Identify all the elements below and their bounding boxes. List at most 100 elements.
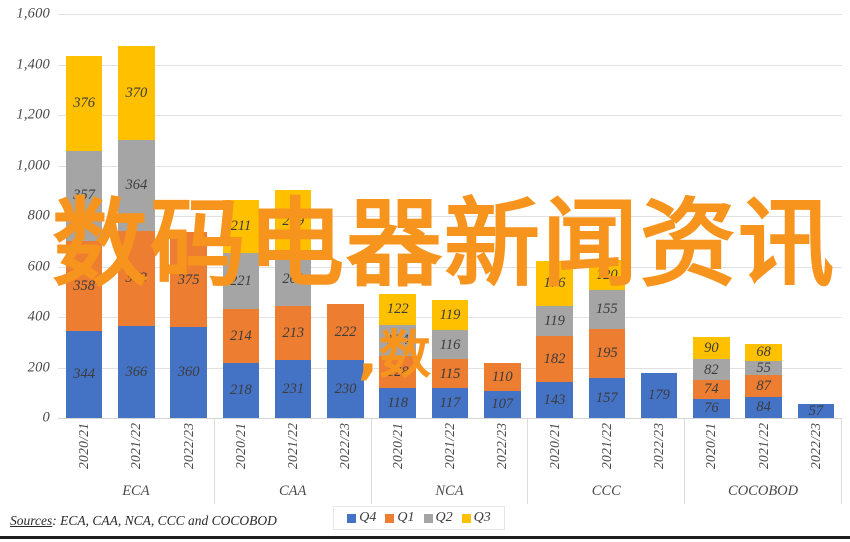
bar-nca-2021-22[interactable]: 117 115 116 119 [431, 300, 469, 418]
bar-segment-q4[interactable]: 360 [170, 327, 207, 418]
bar-ccc-2022-23[interactable]: 179 [640, 372, 678, 418]
legend-swatch-icon [347, 513, 357, 523]
legend-swatch-icon [423, 513, 433, 523]
category-tick-label: 2022/23 [494, 423, 510, 470]
bar-value-label: 116 [439, 336, 461, 353]
bar-segment-q4[interactable]: 366 [118, 325, 155, 418]
bar-eca-2020-21[interactable]: 344 358 357 376 [65, 55, 103, 418]
bar-segment-q1[interactable]: 213 [274, 305, 312, 360]
bar-value-label: 118 [387, 394, 409, 411]
bar-segment-q4[interactable]: 76 [693, 398, 730, 418]
bar-segment-q3[interactable]: 68 [745, 343, 782, 361]
bar-value-label: 176 [543, 275, 566, 292]
bar-caa-2022-23[interactable]: 230 222 [327, 303, 364, 418]
category-tick-label: 2022/23 [651, 423, 667, 470]
bar-value-label: 213 [282, 324, 305, 341]
bar-ccc-2021-22[interactable]: 157 195 155 120 [588, 259, 626, 418]
bar-segment-q1[interactable]: 214 [222, 308, 260, 363]
bar-value-label: 157 [595, 389, 618, 406]
bar-segment-q3[interactable]: 90 [693, 336, 730, 360]
bar-segment-q3[interactable]: 120 [588, 259, 626, 290]
bar-cocobod-2020-21[interactable]: 76 74 82 90 [693, 336, 730, 418]
y-axis-tick-label: 400 [27, 308, 50, 325]
bar-segment-q1[interactable]: 110 [483, 363, 521, 391]
bar-segment-q1[interactable]: 195 [588, 329, 626, 379]
bar-segment-q2[interactable]: 119 [536, 305, 573, 336]
bar-segment-q2[interactable]: 364 [118, 139, 155, 232]
category-tick-label: 2021/22 [598, 423, 614, 470]
bar-segment-q4[interactable]: 107 [483, 390, 521, 418]
bar-segment-q4[interactable]: 230 [327, 359, 364, 418]
bar-segment-q4[interactable]: 118 [379, 388, 417, 418]
bar-segment-q2[interactable]: 155 [588, 290, 626, 330]
category-tick-label: 2021/22 [128, 423, 144, 470]
bar-value-label: 358 [73, 277, 95, 294]
bar-caa-2020-21[interactable]: 218 214 221 211 [222, 199, 260, 418]
bar-segment-q2[interactable]: 116 [431, 330, 469, 360]
bar-segment-q2[interactable]: 82 [693, 359, 730, 381]
bar-cocobod-2021-22[interactable]: 84 87 55 68 [745, 343, 782, 418]
bar-segment-q1[interactable]: 358 [65, 240, 103, 332]
bottom-rule [0, 536, 850, 539]
category-tick-label: 2021/22 [285, 423, 301, 470]
legend-swatch-icon [461, 513, 471, 523]
bar-segment-q1[interactable]: 375 [170, 232, 207, 328]
legend-label: Q1 [397, 510, 415, 525]
category-group-nca: NCA 2020/21 2021/22 2022/23 [372, 419, 529, 504]
bar-segment-q4[interactable]: 143 [536, 381, 573, 418]
legend-label: Q3 [473, 510, 491, 525]
bar-segment-q4[interactable]: 344 [65, 331, 103, 418]
bar-cocobod-2022-23[interactable]: 57 [797, 404, 835, 418]
bar-ccc-2020-21[interactable]: 143 182 119 176 [536, 261, 573, 418]
bar-segment-q3[interactable]: 211 [222, 199, 260, 254]
bar-value-label: 107 [491, 396, 514, 413]
bar-segment-q1[interactable]: 74 [693, 380, 730, 399]
source-note: Sources: ECA, CAA, NCA, CCC and COCOBOD [10, 513, 277, 529]
bar-segment-q2[interactable]: 221 [222, 253, 260, 309]
group-label: CAA [279, 483, 307, 499]
bar-segment-q3[interactable]: 119 [431, 300, 469, 331]
bar-nca-2020-21[interactable]: 118 128 124 122 [379, 293, 417, 418]
legend-item-q3[interactable]: Q3 [461, 510, 491, 526]
bar-segment-q1[interactable]: 87 [745, 374, 782, 397]
category-group-ccc: CCC 2020/21 2021/22 2022/23 [528, 419, 686, 504]
bar-segment-q4[interactable]: 218 [222, 362, 260, 418]
bar-segment-q1[interactable]: 373 [118, 231, 155, 326]
bar-value-label: 55 [756, 359, 771, 376]
bar-value-label: 218 [230, 382, 252, 399]
bar-value-label: 143 [543, 391, 566, 408]
bar-eca-2022-23[interactable]: 360 375 [170, 232, 207, 418]
bar-segment-q3[interactable]: 370 [118, 46, 155, 140]
bar-segment-q2[interactable]: 124 [379, 324, 417, 356]
bar-segment-q3[interactable]: 249 [274, 190, 312, 254]
bar-segment-q4[interactable]: 117 [431, 388, 469, 418]
bar-segment-q4[interactable]: 231 [274, 359, 312, 418]
bar-segment-q4[interactable]: 157 [588, 378, 626, 418]
legend-item-q4[interactable]: Q4 [347, 510, 376, 526]
y-axis-tick-label: 1,600 [16, 5, 50, 22]
bar-value-label: 76 [704, 400, 719, 417]
bar-nca-2022-23[interactable]: 107 110 [483, 363, 521, 418]
legend-item-q1[interactable]: Q1 [385, 510, 415, 526]
bar-segment-q4[interactable]: 57 [797, 404, 835, 418]
bar-segment-q3[interactable]: 122 [379, 293, 417, 325]
bar-segment-q2[interactable]: 357 [65, 150, 103, 241]
legend-item-q2[interactable]: Q2 [423, 510, 453, 526]
bar-value-label: 370 [125, 84, 148, 101]
legend-label: Q2 [435, 510, 453, 525]
bar-segment-q4[interactable]: 179 [640, 372, 678, 418]
bar-eca-2021-22[interactable]: 366 373 364 370 [118, 46, 155, 418]
bar-segment-q4[interactable]: 84 [745, 396, 782, 418]
bar-segment-q1[interactable]: 128 [379, 355, 417, 389]
bar-segment-q3[interactable]: 376 [65, 55, 103, 151]
bar-segment-q1[interactable]: 182 [536, 335, 573, 382]
bar-segment-q2[interactable]: 55 [745, 361, 782, 375]
bar-caa-2021-22[interactable]: 231 213 209 249 [274, 190, 312, 418]
y-axis-tick-label: 200 [27, 359, 50, 375]
bar-segment-q1[interactable]: 222 [327, 303, 364, 360]
bar-segment-q2[interactable]: 209 [274, 253, 312, 306]
bar-segment-q1[interactable]: 115 [431, 359, 469, 389]
bar-segment-q3[interactable]: 176 [536, 261, 573, 306]
bar-value-label: 74 [704, 381, 719, 398]
bar-value-label: 110 [491, 368, 513, 385]
